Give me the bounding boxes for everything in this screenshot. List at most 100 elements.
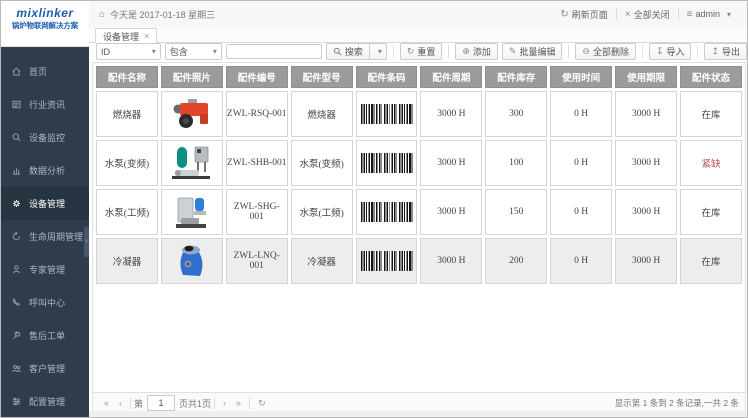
sidebar-item-label: 客户管理: [29, 362, 65, 375]
table-header-row: 配件名称 配件照片 配件编号 配件型号 配件条码 配件周期 配件库存 使用时间 …: [96, 66, 742, 88]
part-limit-cell: 3000 H: [615, 189, 677, 235]
refresh-page-button[interactable]: ↻ 刷新页面: [552, 8, 615, 21]
sidebar-item-data-analysis[interactable]: 数据分析: [1, 154, 89, 187]
part-photo-cell: [161, 238, 223, 284]
column-header[interactable]: 配件库存: [485, 66, 547, 88]
username: admin: [695, 9, 720, 19]
import-button[interactable]: ↧ 导入: [649, 43, 692, 60]
page-number-input[interactable]: [147, 395, 175, 411]
chart-icon: [11, 165, 23, 177]
gear-icon: [11, 198, 23, 210]
part-model-cell: 冷凝器: [291, 238, 353, 284]
menu-icon: ≡: [687, 9, 693, 20]
tab-close-icon[interactable]: ×: [144, 31, 149, 41]
column-header[interactable]: 使用期限: [615, 66, 677, 88]
table-row-burner[interactable]: 燃烧器 ZWL-RSQ-001 燃烧: [96, 91, 742, 137]
sidebar-item-device-monitor[interactable]: 设备监控: [1, 121, 89, 154]
page-label-suffix: 页共1页: [179, 397, 211, 410]
sidebar-item-device-management[interactable]: 设备管理: [1, 187, 89, 220]
sidebar-item-home[interactable]: 首页: [1, 55, 89, 88]
part-name-cell: 水泵(工频): [96, 189, 158, 235]
part-stock-cell: 150: [485, 189, 547, 235]
barcode-image: [361, 153, 413, 173]
part-barcode-cell: [356, 140, 418, 186]
sidebar-item-label: 呼叫中心: [29, 296, 65, 309]
barcode-image: [361, 251, 413, 271]
export-button[interactable]: ↥ 导出: [704, 43, 747, 60]
refresh-icon: ↻: [560, 9, 568, 20]
chevron-down-icon: ▾: [378, 47, 382, 56]
home-icon: ⌂: [99, 9, 105, 20]
search-input[interactable]: [226, 44, 322, 59]
sidebar-item-config-management[interactable]: 配置管理: [1, 385, 89, 418]
divider: [448, 45, 449, 58]
reload-grid-button[interactable]: ↻: [253, 398, 271, 409]
sidebar-collapse-handle[interactable]: ‹: [84, 227, 89, 257]
sidebar-item-aftersales-workorder[interactable]: 售后工单: [1, 319, 89, 352]
column-header[interactable]: 配件型号: [291, 66, 353, 88]
sidebar-item-call-center[interactable]: 呼叫中心: [1, 286, 89, 319]
barcode-image: [361, 104, 413, 124]
page-label-prefix: 第: [134, 397, 143, 410]
column-header[interactable]: 配件名称: [96, 66, 158, 88]
part-cycle-cell: 3000 H: [420, 91, 482, 137]
batch-edit-button[interactable]: ✎ 批量编辑: [502, 43, 563, 60]
pump-vfd-photo: [170, 144, 214, 182]
column-header[interactable]: 配件照片: [161, 66, 223, 88]
search-icon: [333, 47, 342, 56]
first-page-button[interactable]: «: [99, 398, 114, 408]
column-header[interactable]: 使用时间: [550, 66, 612, 88]
sidebar-item-label: 数据分析: [29, 164, 65, 177]
next-page-button[interactable]: ›: [218, 398, 231, 408]
topbar: ⌂ 今天是 2017-01-18 星期三 ↻ 刷新页面 × 全部关闭 ≡ adm…: [89, 1, 747, 28]
column-header[interactable]: 配件周期: [420, 66, 482, 88]
field-select[interactable]: ID ▾: [96, 43, 161, 60]
column-header[interactable]: 配件条码: [356, 66, 418, 88]
divider: [697, 45, 698, 58]
sidebar-item-customer-management[interactable]: 客户管理: [1, 352, 89, 385]
divider: [642, 45, 643, 58]
prev-page-button[interactable]: ‹: [114, 398, 127, 408]
reset-button[interactable]: ↻ 重置: [400, 43, 443, 60]
search-options-button[interactable]: ▾: [370, 43, 387, 60]
refresh-icon: ↻: [407, 46, 415, 57]
delete-all-button[interactable]: ⊖ 全部删除: [575, 43, 636, 60]
part-photo-cell: [161, 140, 223, 186]
column-header[interactable]: 配件编号: [226, 66, 288, 88]
part-stock-cell: 300: [485, 91, 547, 137]
lifecycle-icon: [11, 231, 23, 243]
part-name-cell: 冷凝器: [96, 238, 158, 284]
edit-icon: ✎: [509, 46, 517, 57]
sidebar-item-label: 生命周期管理: [29, 230, 83, 243]
last-page-button[interactable]: »: [231, 398, 246, 408]
import-icon: ↧: [656, 46, 664, 57]
sidebar-item-industry-news[interactable]: 行业资讯: [1, 88, 89, 121]
phone-icon: [11, 297, 23, 309]
operator-select[interactable]: 包含 ▾: [165, 43, 222, 60]
data-grid: 配件名称 配件照片 配件编号 配件型号 配件条码 配件周期 配件库存 使用时间 …: [92, 62, 746, 414]
date-label: 今天是 2017-01-18 星期三: [110, 8, 215, 21]
table-row-pump-pf[interactable]: 水泵(工频) ZWL-SHG-001 水泵(工频): [96, 189, 742, 235]
close-all-button[interactable]: × 全部关闭: [617, 8, 678, 21]
sidebar-item-expert-management[interactable]: 专家管理: [1, 253, 89, 286]
records-summary: 显示第 1 条到 2 条记录,一共 2 条: [615, 397, 739, 409]
sidebar-item-label: 售后工单: [29, 329, 65, 342]
tab-strip: 设备管理 ×: [89, 27, 747, 43]
part-limit-cell: 3000 H: [615, 140, 677, 186]
part-model-cell: 水泵(变频): [291, 140, 353, 186]
logo[interactable]: mixlinker 锅炉物联网解决方案: [1, 1, 89, 47]
burner-photo: [170, 97, 214, 131]
monitor-search-icon: [11, 132, 23, 144]
home-icon: [11, 66, 23, 78]
sidebar-item-lifecycle-management[interactable]: 生命周期管理: [1, 220, 89, 253]
add-button[interactable]: ⊕ 添加: [455, 43, 498, 60]
column-header[interactable]: 配件状态: [680, 66, 742, 88]
chevron-down-icon: ▾: [727, 10, 731, 19]
search-button[interactable]: 搜索: [326, 43, 370, 60]
minus-icon: ⊖: [582, 46, 590, 57]
table-row-condenser[interactable]: 冷凝器 ZWL-LNQ-001 冷凝器: [96, 238, 742, 284]
main-area: ⌂ 今天是 2017-01-18 星期三 ↻ 刷新页面 × 全部关闭 ≡ adm…: [89, 1, 747, 417]
table-row-pump-vfd[interactable]: 水泵(变频): [96, 140, 742, 186]
part-code-cell: ZWL-SHG-001: [226, 189, 288, 235]
user-menu[interactable]: ≡ admin ▾: [679, 9, 739, 20]
